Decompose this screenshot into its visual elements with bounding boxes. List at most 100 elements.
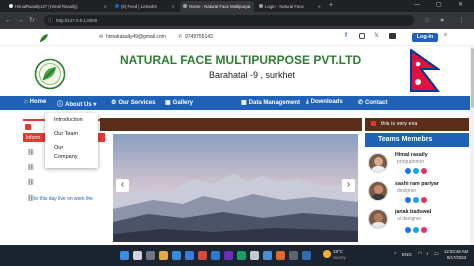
- twitter-icon[interactable]: 𝕏: [374, 32, 379, 39]
- close-tab-icon[interactable]: ✕: [172, 4, 175, 9]
- member-role: programmer: [397, 159, 425, 165]
- nav-gallery[interactable]: ▣ Gallery: [165, 99, 193, 106]
- app-icon[interactable]: [289, 251, 298, 260]
- table-icon: ▦: [241, 100, 247, 106]
- image-icon: ▣: [165, 100, 171, 106]
- news-link[interactable]: to this day live on work the: [34, 196, 93, 202]
- link-icon: ⛓: [27, 150, 35, 156]
- facebook-icon[interactable]: [405, 197, 411, 203]
- os-taskbar: 19°C Sunny ⌃ ENG ◠ ♪ ▭ 12:53:48 AM 8/17/…: [0, 245, 474, 266]
- about-us-dropdown: Introduction Our Team Our Company: [45, 113, 98, 168]
- gear-icon: ⚙: [111, 100, 117, 106]
- search-icon[interactable]: [133, 251, 142, 260]
- carousel-prev-button[interactable]: ‹: [116, 179, 129, 192]
- close-tab-icon[interactable]: ✕: [248, 4, 251, 9]
- page-scrollbar[interactable]: [470, 46, 474, 245]
- avatar: [368, 153, 388, 173]
- vscode-icon[interactable]: [211, 251, 220, 260]
- twitter-icon[interactable]: [413, 197, 419, 203]
- address-bar[interactable]: ⓘ http://127.0.0.1:8000: [44, 15, 414, 26]
- login-button-label: Log-in: [416, 34, 434, 40]
- browser-tab-active[interactable]: Home - Natural Face Multipurpo ✕: [180, 1, 254, 12]
- nav-home[interactable]: ⌂ Home: [24, 99, 46, 105]
- browser-tab[interactable]: Login - Natural Face ✕: [256, 1, 324, 12]
- nav-contact[interactable]: ✆ Contact: [358, 99, 387, 106]
- store-icon[interactable]: [185, 251, 194, 260]
- main-navbar: ⌂ Home ⓘ About Us ▾ ⚙ Our Services ▣ Gallery…: [0, 96, 474, 110]
- app-icon[interactable]: [224, 251, 233, 260]
- instagram-icon[interactable]: [421, 168, 427, 174]
- app-icon[interactable]: [302, 251, 311, 260]
- youtube-icon[interactable]: [389, 33, 396, 39]
- star-icon[interactable]: ☆: [424, 17, 430, 24]
- back-arrow-icon[interactable]: ←: [5, 17, 12, 24]
- facebook-icon[interactable]: [405, 168, 411, 174]
- facebook-icon[interactable]: f: [345, 33, 347, 39]
- chevron-up-icon[interactable]: ⌃: [393, 252, 397, 258]
- menu-item-our-company[interactable]: Our: [54, 145, 63, 151]
- app-icon[interactable]: [276, 251, 285, 260]
- weather-temp[interactable]: 19°C: [333, 249, 343, 254]
- reload-icon[interactable]: ↻: [29, 17, 35, 24]
- maximize-window-icon[interactable]: ▢: [436, 1, 442, 8]
- nav-downloads[interactable]: ⤓ Downloads: [306, 99, 343, 106]
- browser-tab[interactable]: HimalRasaily127 (Himal Rasaily) ✕: [6, 1, 110, 12]
- chrome-icon[interactable]: [198, 251, 207, 260]
- nav-home-label: Home: [29, 99, 47, 105]
- tab-label: Login - Natural Face: [265, 4, 304, 9]
- more-menu-icon[interactable]: ⋮: [458, 17, 465, 24]
- twitter-icon[interactable]: [413, 227, 419, 233]
- instagram-icon[interactable]: [421, 197, 427, 203]
- browser-tab[interactable]: (5) Feed | LinkedIn ✕: [112, 1, 178, 12]
- menu-item-our-company-line2[interactable]: Company: [54, 154, 78, 160]
- nav-our-services[interactable]: ⚙ Our Services: [111, 99, 155, 106]
- login-button[interactable]: Log-in: [412, 33, 438, 42]
- menu-item-introduction[interactable]: Introduction: [54, 117, 83, 123]
- close-tab-icon[interactable]: ✕: [318, 4, 321, 9]
- twitter-icon[interactable]: [413, 168, 419, 174]
- image-carousel: ‹ ›: [113, 134, 358, 242]
- app-icon[interactable]: [263, 251, 272, 260]
- clock-date[interactable]: 8/17/2023: [447, 255, 466, 260]
- search-icon[interactable]: ⌕: [444, 32, 447, 39]
- minimize-window-icon[interactable]: —: [414, 2, 420, 8]
- home-icon: ⌂: [24, 99, 28, 105]
- facebook-icon[interactable]: [405, 227, 411, 233]
- close-tab-icon[interactable]: ✕: [104, 4, 107, 9]
- nav-about-label: About Us: [65, 102, 92, 108]
- task-view-icon[interactable]: [146, 251, 155, 260]
- windows-start-icon[interactable]: [120, 251, 129, 260]
- nav-about-us[interactable]: ⓘ About Us ▾: [57, 99, 96, 108]
- menu-item-our-team[interactable]: Our Team: [54, 131, 78, 137]
- nav-gallery-label: Gallery: [172, 100, 194, 106]
- info-heading: Inform: [26, 134, 41, 141]
- wifi-icon[interactable]: ◠: [418, 251, 422, 257]
- leaf-logo-icon: [39, 34, 48, 43]
- link-icon: ⛓: [27, 180, 35, 186]
- app-icon[interactable]: [250, 251, 259, 260]
- language-indicator[interactable]: ENG: [402, 252, 412, 257]
- profile-icon[interactable]: ●: [440, 17, 444, 24]
- phone-icon: ✆: [178, 34, 183, 40]
- file-explorer-icon[interactable]: [159, 251, 168, 260]
- instagram-icon[interactable]: [359, 33, 365, 39]
- tab-label: (5) Feed | LinkedIn: [121, 4, 157, 9]
- scrollbar-thumb[interactable]: [470, 48, 474, 108]
- contact-bar: ✉ himalrasaily49@gmail.com ✆ 9749755143 …: [0, 29, 474, 46]
- phone-icon: ✆: [358, 100, 364, 106]
- close-window-icon[interactable]: ✕: [458, 1, 463, 8]
- team-heading: Teams Memebrs: [378, 136, 433, 143]
- volume-icon[interactable]: ♪: [426, 251, 429, 257]
- carousel-next-button[interactable]: ›: [342, 179, 355, 192]
- forward-arrow-icon[interactable]: →: [17, 17, 24, 24]
- info-icon: ⓘ: [48, 18, 54, 24]
- linkedin-icon: [115, 4, 119, 8]
- new-tab-button[interactable]: +: [329, 2, 333, 9]
- app-icon[interactable]: [237, 251, 246, 260]
- instagram-icon[interactable]: [421, 227, 427, 233]
- battery-icon[interactable]: ▭: [434, 251, 439, 257]
- clock-time[interactable]: 12:53:48 AM: [444, 249, 468, 254]
- nav-data-management[interactable]: ▦ Data Management: [241, 99, 300, 106]
- chevron-right-icon: ›: [346, 179, 351, 190]
- edge-icon[interactable]: [172, 251, 181, 260]
